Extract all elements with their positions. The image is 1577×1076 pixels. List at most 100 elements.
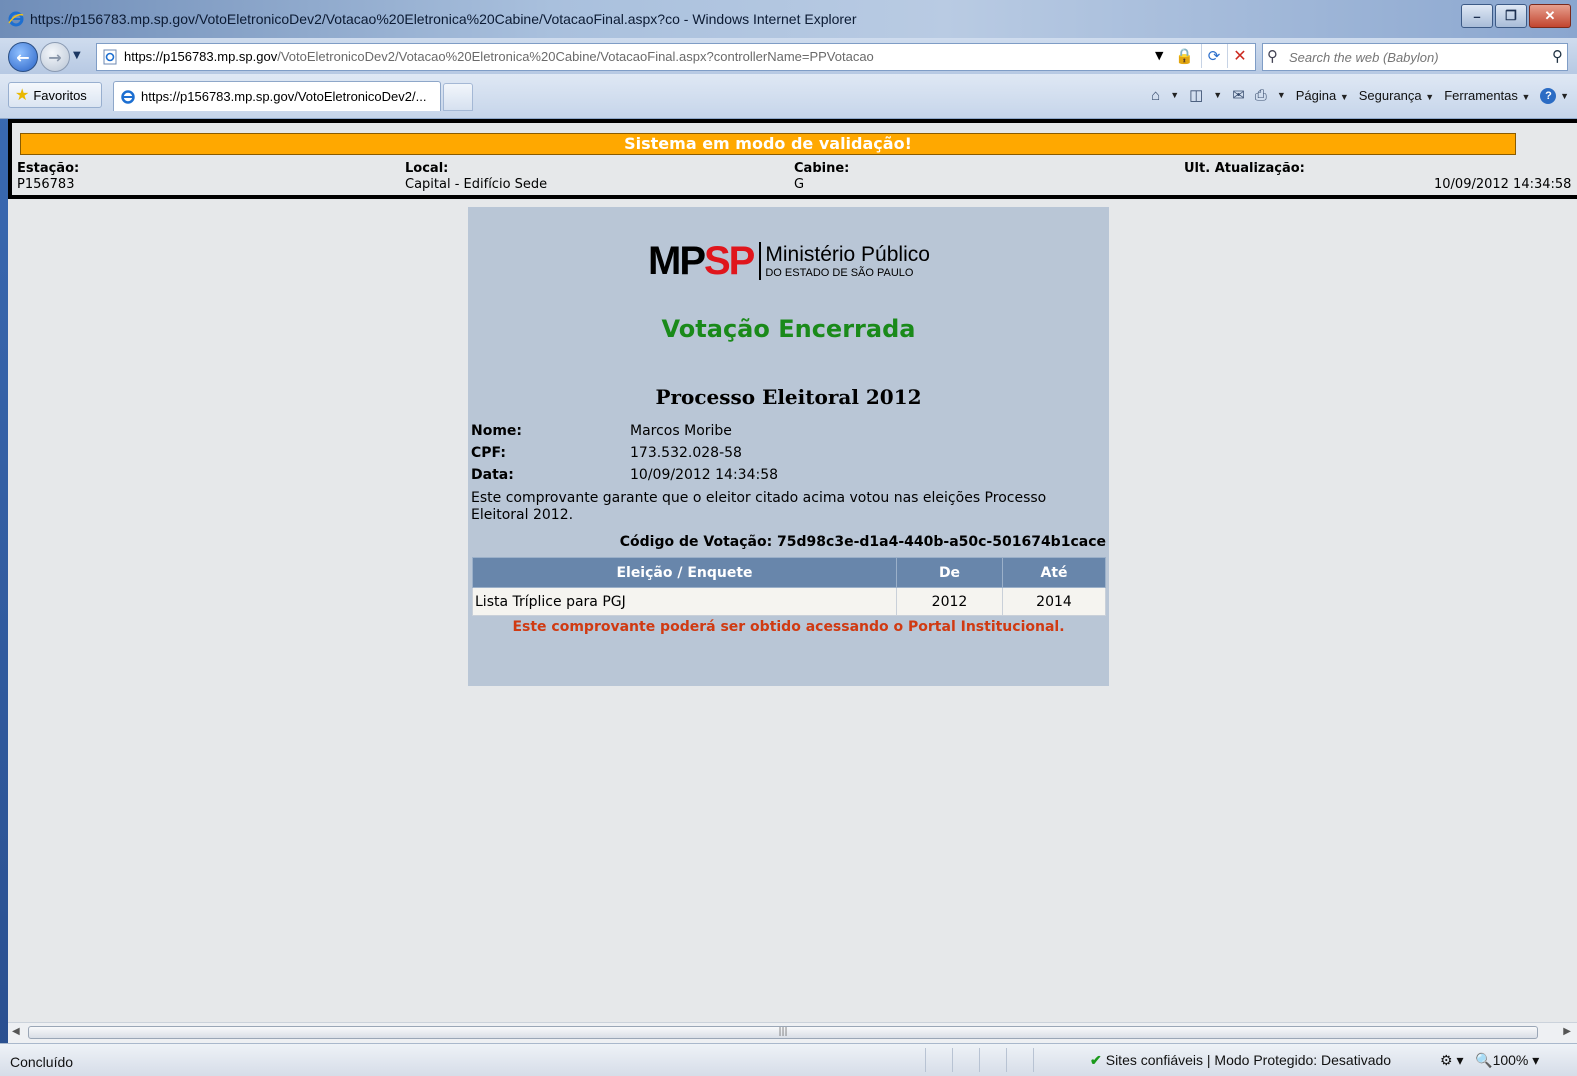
stop-button[interactable]: ✕ <box>1227 44 1252 68</box>
location-value: Capital - Edifício Sede <box>405 177 548 192</box>
name-label: Nome: <box>471 423 523 439</box>
url-text[interactable]: https://p156783.mp.sp.gov/VotoEletronico… <box>124 49 874 64</box>
checkmark-icon: ✔ <box>1090 1052 1102 1068</box>
url-path: /VotoEletronicoDev2/Votacao%20Eletronica… <box>277 49 874 64</box>
station-header: Sistema em modo de validação! Estação: P… <box>8 119 1577 199</box>
column-header-to: Até <box>1002 557 1106 588</box>
table-row: Lista Tríplice para PGJ 2012 2014 <box>472 587 1106 616</box>
status-title: Votação Encerrada <box>661 315 916 343</box>
command-bar: ⌂ ▼ ◫ ▼ ✉ ⎙ ▼ Página ▼ Segurança ▼ Ferramen… <box>1151 86 1569 105</box>
help-icon: ? <box>1540 87 1557 104</box>
favorites-button[interactable]: ★ Favoritos <box>8 82 102 108</box>
home-icon[interactable]: ⌂ <box>1151 87 1160 104</box>
table-header-row: Eleição / Enquete De Até <box>472 557 1106 588</box>
security-zone[interactable]: ✔ Sites confiáveis | Modo Protegido: Desa… <box>1090 1052 1391 1069</box>
horizontal-scrollbar[interactable]: ◀ ||| ▶ <box>8 1022 1577 1043</box>
status-text: Concluído <box>10 1054 74 1070</box>
window-title: https://p156783.mp.sp.gov/VotoEletronico… <box>30 11 857 27</box>
scroll-thumb[interactable]: ||| <box>28 1026 1538 1039</box>
zoom-icon: 🔍 <box>1475 1052 1493 1068</box>
station-label: Estação: <box>17 161 80 176</box>
logo-divider <box>759 242 762 280</box>
status-bar: Concluído ✔ Sites confiáveis | Modo Prote… <box>0 1043 1577 1076</box>
column-header-from: De <box>896 557 1003 588</box>
tools-menu[interactable]: Ferramentas ▼ <box>1444 88 1530 103</box>
restore-button[interactable]: ❐ <box>1495 4 1527 28</box>
address-bar[interactable]: https://p156783.mp.sp.gov/VotoEletronico… <box>96 43 1256 71</box>
security-zone-label: Sites confiáveis | Modo Protegido: Desat… <box>1105 1052 1392 1068</box>
date-label: Data: <box>471 467 514 483</box>
column-header-election: Eleição / Enquete <box>472 557 897 588</box>
search-icon[interactable]: ⚲ <box>1552 47 1563 65</box>
refresh-button[interactable]: ⟳ <box>1201 44 1226 68</box>
status-separators <box>925 1048 1060 1072</box>
last-update-label: Ult. Atualização: <box>1184 161 1305 176</box>
address-row: ← → ▼ https://p156783.mp.sp.gov/VotoElet… <box>0 38 1577 74</box>
home-dropdown-icon[interactable]: ▼ <box>1170 90 1179 100</box>
address-dropdown-icon[interactable]: ▼ <box>1155 49 1163 62</box>
date-value: 10/09/2012 14:34:58 <box>630 467 779 483</box>
page-icon <box>103 49 117 65</box>
vote-receipt-card: MP SP Ministério Público DO ESTADO DE SÃO… <box>468 207 1109 686</box>
election-cell: Lista Tríplice para PGJ <box>472 587 897 616</box>
location-label: Local: <box>405 161 449 176</box>
cpf-value: 173.532.028-58 <box>630 445 742 461</box>
recent-pages-dropdown-icon[interactable]: ▼ <box>73 50 81 61</box>
page-menu-label: Página <box>1295 87 1337 103</box>
search-box[interactable]: ⚲ ⚲ <box>1262 43 1568 71</box>
close-window-button[interactable]: ✕ <box>1529 4 1571 28</box>
booth-label: Cabine: <box>794 161 850 176</box>
logo-line-2: DO ESTADO DE SÃO PAULO <box>765 266 914 279</box>
scroll-left-icon[interactable]: ◀ <box>12 1026 20 1037</box>
booth-info: Cabine: G <box>794 161 849 193</box>
tools-menu-label: Ferramentas <box>1444 87 1518 103</box>
vote-code: Código de Votação: 75d98c3e-d1a4-440b-a5… <box>619 534 1106 550</box>
title-bar: https://p156783.mp.sp.gov/VotoEletronico… <box>0 0 1577 39</box>
process-title: Processo Eleitoral 2012 <box>655 385 922 409</box>
name-value: Marcos Moribe <box>630 423 732 439</box>
scroll-right-icon[interactable]: ▶ <box>1563 1026 1571 1037</box>
star-icon: ★ <box>15 87 30 104</box>
print-icon[interactable]: ⎙ <box>1255 87 1267 104</box>
feeds-dropdown-icon[interactable]: ▼ <box>1213 90 1222 100</box>
tab-active[interactable]: https://p156783.mp.sp.gov/VotoEletronico… <box>113 81 441 111</box>
search-provider-icon: ⚲ <box>1267 47 1278 65</box>
election-table: Eleição / Enquete De Até Lista Tríplice … <box>472 557 1106 616</box>
page-menu[interactable]: Página ▼ <box>1296 88 1349 103</box>
last-update-value: 10/09/2012 14:34:58 <box>1434 177 1572 192</box>
help-menu[interactable]: ? ▼ <box>1540 87 1569 104</box>
page-content: Sistema em modo de validação! Estação: P… <box>8 119 1577 1022</box>
zoom-control[interactable]: ⚙ ▾ 🔍100% ▾ <box>1440 1052 1539 1069</box>
last-update-info: Ult. Atualização: 10/09/2012 14:34:58 <box>1184 161 1571 193</box>
print-dropdown-icon[interactable]: ▼ <box>1277 90 1286 100</box>
minimize-button[interactable]: – <box>1461 4 1493 28</box>
mpsp-logo: MP SP Ministério Público DO ESTADO DE SÃO… <box>648 238 930 283</box>
station-value: P156783 <box>17 177 75 192</box>
forward-button[interactable]: → <box>40 42 70 72</box>
location-info: Local: Capital - Edifício Sede <box>405 161 547 193</box>
security-menu[interactable]: Segurança ▼ <box>1359 88 1434 103</box>
receipt-statement: Este comprovante garante que o eleitor c… <box>471 490 1047 523</box>
logo-text: Ministério Público DO ESTADO DE SÃO PAUL… <box>765 244 930 279</box>
logo-mp: MP <box>648 238 706 283</box>
validation-banner: Sistema em modo de validação! <box>20 133 1516 155</box>
tab-title: https://p156783.mp.sp.gov/VotoEletronico… <box>141 89 427 104</box>
new-tab-button[interactable] <box>443 83 473 111</box>
window-controls: – ❐ ✕ <box>1459 4 1571 28</box>
read-mail-icon[interactable]: ✉ <box>1232 86 1245 104</box>
security-menu-label: Segurança <box>1358 87 1422 103</box>
ie-tab-icon <box>121 89 135 104</box>
logo-line-1: Ministério Público <box>765 242 930 266</box>
to-cell: 2014 <box>1002 587 1106 616</box>
back-button[interactable]: ← <box>8 42 38 72</box>
from-cell: 2012 <box>896 587 1003 616</box>
cpf-label: CPF: <box>471 445 506 461</box>
url-host: https://p156783.mp.sp.gov <box>124 49 278 64</box>
tab-row: ★ Favoritos https://p156783.mp.sp.gov/Vo… <box>0 74 1577 119</box>
browser-window: https://p156783.mp.sp.gov/VotoEletronico… <box>0 0 1577 1076</box>
station-info: Estação: P156783 <box>17 161 79 193</box>
lock-icon[interactable]: 🔒 <box>1175 47 1194 65</box>
search-input[interactable] <box>1287 47 1541 67</box>
favorites-label: Favoritos <box>33 87 87 103</box>
feeds-icon[interactable]: ◫ <box>1189 86 1203 104</box>
